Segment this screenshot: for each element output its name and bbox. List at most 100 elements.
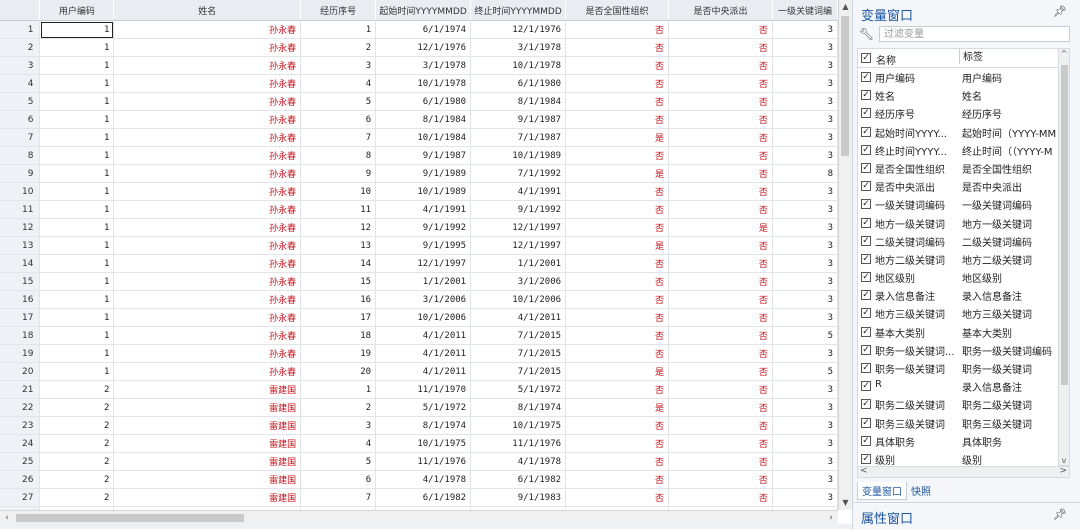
table-cell[interactable]: 4/1/1978	[470, 452, 567, 471]
table-cell[interactable]: 5	[772, 326, 838, 345]
table-cell[interactable]: 1	[39, 200, 115, 219]
table-cell[interactable]: 雷建国	[113, 488, 302, 507]
row-number[interactable]: 9	[0, 164, 41, 183]
row-number[interactable]: 11	[0, 200, 41, 219]
scroll-right-icon[interactable]: ›	[824, 511, 838, 525]
table-cell[interactable]: 5	[772, 362, 838, 381]
variable-checkbox[interactable]: ✓	[861, 308, 871, 319]
tab-variable-window[interactable]: 变量窗口	[857, 482, 907, 500]
table-cell[interactable]: 7/1/2015	[470, 326, 567, 345]
table-cell[interactable]: 3	[772, 146, 838, 165]
table-cell[interactable]: 否	[668, 182, 773, 201]
table-cell[interactable]: 12/1/1997	[470, 218, 567, 237]
table-row[interactable]: 21 2 雷建国 1 11/1/1970 5/1/1972 否否 3	[0, 380, 838, 399]
table-cell[interactable]: 3/1/1978	[375, 56, 472, 75]
table-cell[interactable]: 4/1/2011	[375, 326, 472, 345]
variable-checkbox[interactable]: ✓	[861, 108, 871, 119]
table-cell[interactable]: 否	[668, 344, 773, 363]
table-cell[interactable]: 2	[39, 416, 115, 435]
table-row[interactable]: 23 2 雷建国 3 8/1/1974 10/1/1975 否否 3	[0, 416, 838, 435]
table-cell[interactable]: 否	[668, 362, 773, 381]
table-cell[interactable]: 2	[39, 452, 115, 471]
variable-row[interactable]: ✓ 职务一级关键词 职务一级关键词	[858, 359, 1058, 377]
table-cell[interactable]: 3	[772, 200, 838, 219]
table-cell[interactable]: 否	[565, 20, 670, 39]
table-cell[interactable]: 8/1/1974	[470, 398, 567, 417]
variable-checkbox[interactable]: ✓	[861, 162, 871, 173]
table-cell[interactable]: 是	[565, 398, 670, 417]
table-cell[interactable]: 2	[300, 38, 377, 57]
table-cell[interactable]: 5	[300, 92, 377, 111]
table-cell[interactable]: 否	[668, 470, 773, 489]
table-row[interactable]: 13 1 孙永春 13 9/1/1995 12/1/1997 是否 3	[0, 236, 838, 255]
column-header[interactable]: 一级关键词编	[772, 0, 838, 21]
table-cell[interactable]: 20	[300, 362, 377, 381]
table-cell[interactable]: 否	[565, 254, 670, 273]
table-cell[interactable]: 11/1/1976	[375, 452, 472, 471]
table-row[interactable]: 17 1 孙永春 17 10/1/2006 4/1/2011 否否 3	[0, 308, 838, 327]
row-number[interactable]: 3	[0, 56, 41, 75]
table-cell[interactable]: 4	[300, 74, 377, 93]
table-cell[interactable]: 9/1/1983	[470, 488, 567, 507]
table-cell[interactable]: 否	[565, 488, 670, 507]
table-cell[interactable]: 否	[668, 56, 773, 75]
column-header[interactable]: 终止时间YYYYMMDD	[470, 0, 567, 21]
table-cell[interactable]: 否	[565, 344, 670, 363]
table-cell[interactable]: 3/1/2006	[375, 290, 472, 309]
table-cell[interactable]: 4/1/2011	[375, 344, 472, 363]
variable-row[interactable]: ✓ 二级关键词编码 二级关键词编码	[858, 232, 1058, 250]
row-number[interactable]: 25	[0, 452, 41, 471]
table-cell[interactable]: 8	[772, 164, 838, 183]
table-cell[interactable]: 孙永春	[113, 38, 302, 57]
table-cell[interactable]: 否	[565, 416, 670, 435]
table-cell[interactable]: 2	[300, 398, 377, 417]
table-cell[interactable]: 孙永春	[113, 128, 302, 147]
variable-row[interactable]: ✓ 职务一级关键词... 职务一级关键词编码	[858, 341, 1058, 359]
row-number[interactable]: 17	[0, 308, 41, 327]
scroll-thumb[interactable]	[16, 514, 244, 522]
variable-row[interactable]: ✓ 起始时间YYYY... 起始时间（YYYY-MM	[858, 123, 1058, 141]
scroll-thumb[interactable]	[841, 16, 849, 156]
table-row[interactable]: 27 2 雷建国 7 6/1/1982 9/1/1983 否否 3	[0, 488, 838, 507]
table-cell[interactable]: 12/1/1976	[375, 38, 472, 57]
row-number[interactable]: 1	[0, 20, 41, 39]
variable-row[interactable]: ✓ 地方三级关键词 地方三级关键词	[858, 304, 1058, 322]
table-cell[interactable]: 17	[300, 308, 377, 327]
table-cell[interactable]: 1	[300, 20, 377, 39]
variable-checkbox[interactable]: ✓	[861, 417, 871, 428]
table-cell[interactable]: 10/1/1975	[470, 416, 567, 435]
table-cell[interactable]: 16	[300, 290, 377, 309]
variable-row[interactable]: ✓ 地方一级关键词 地方一级关键词	[858, 214, 1058, 232]
table-cell[interactable]: 否	[668, 488, 773, 507]
row-number[interactable]: 23	[0, 416, 41, 435]
table-cell[interactable]: 1	[39, 254, 115, 273]
pin-icon[interactable]: 📌︎	[1053, 508, 1067, 521]
variable-checkbox[interactable]: ✓	[861, 290, 871, 301]
table-cell[interactable]: 3	[772, 308, 838, 327]
table-cell[interactable]: 1/1/2001	[375, 272, 472, 291]
table-cell[interactable]: 18	[300, 326, 377, 345]
column-header[interactable]: 经历序号	[300, 0, 377, 21]
table-row[interactable]: 11 1 孙永春 11 4/1/1991 9/1/1992 否否 3	[0, 200, 838, 219]
row-number[interactable]: 4	[0, 74, 41, 93]
table-row[interactable]: 26 2 雷建国 6 4/1/1978 6/1/1982 否否 3	[0, 470, 838, 489]
table-cell[interactable]: 1	[39, 362, 115, 381]
table-cell[interactable]: 12/1/1976	[470, 20, 567, 39]
table-cell[interactable]: 3	[772, 38, 838, 57]
table-row[interactable]: 8 1 孙永春 8 9/1/1987 10/1/1989 否否 3	[0, 146, 838, 165]
table-cell[interactable]: 13	[300, 236, 377, 255]
table-cell[interactable]: 5/1/1972	[470, 380, 567, 399]
variable-checkbox[interactable]: ✓	[861, 126, 871, 137]
table-cell[interactable]: 1	[39, 236, 115, 255]
table-cell[interactable]: 1	[39, 38, 115, 57]
scroll-left-icon[interactable]: ‹	[0, 511, 14, 525]
table-row[interactable]: 14 1 孙永春 14 12/1/1997 1/1/2001 否否 3	[0, 254, 838, 273]
row-number[interactable]: 2	[0, 38, 41, 57]
column-header[interactable]: 姓名	[113, 0, 302, 21]
table-cell[interactable]: 3	[772, 128, 838, 147]
table-cell[interactable]: 3	[772, 272, 838, 291]
scroll-left-icon[interactable]: <	[860, 466, 868, 476]
table-cell[interactable]: 否	[565, 272, 670, 291]
variable-checkbox[interactable]: ✓	[861, 435, 871, 446]
table-cell[interactable]: 1	[39, 164, 115, 183]
